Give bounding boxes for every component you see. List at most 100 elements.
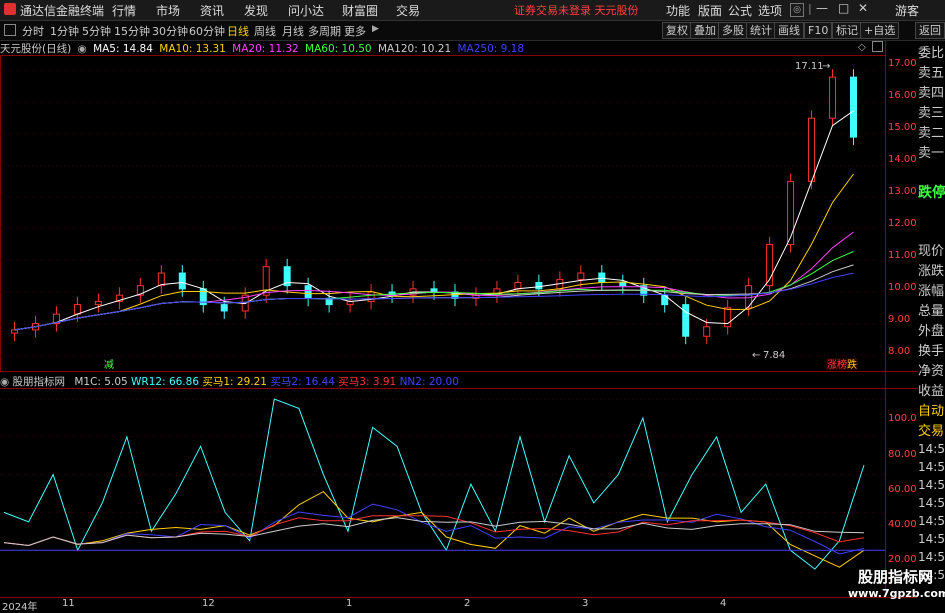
rp-sell5: 卖五 [918,66,945,81]
tool-biaoji[interactable]: 标记 [832,22,862,39]
tool-tongji[interactable]: 统计 [746,22,776,39]
sub-y-tick: 40.00 [888,519,917,530]
sub-y-tick: 60.00 [888,484,917,495]
m1c-label: M1C: 5.05 [74,376,128,388]
x-axis [0,597,917,610]
maima1-label: 买马1: 29.21 [202,376,267,388]
minimize-icon[interactable]: — [816,1,828,15]
candle-body [682,304,690,337]
x-tick: 2 [464,598,471,609]
candles [10,69,858,345]
y-tick: 10.00 [888,282,917,293]
menu-gongshi[interactable]: 公式 [728,2,752,19]
y-tick: 13.00 [888,186,917,197]
period-30min[interactable]: 30分钟 [152,23,188,39]
candle-body [10,329,18,334]
menu-wenxiaoda[interactable]: 问小达 [288,2,324,19]
rp-time: 14:56 [918,514,945,528]
smooth-line [3,490,865,568]
app-title: 通达信金融终端 [20,4,105,18]
rp-shouyi: 收益 [918,384,945,399]
login-warning[interactable]: 证券交易未登录 天元股份 [514,2,639,18]
low-label: 7.84 [763,350,785,361]
maima2-label: 买马2: 16.44 [270,376,335,388]
candle-body [703,326,711,337]
rp-time: 14:56 [918,496,945,510]
maima3-label: 买马3: 3.91 [338,376,397,388]
menu-caifuquan[interactable]: 财富圈 [342,2,378,19]
period-toolbar: 分时 1分钟 5分钟 15分钟 30分钟 60分钟 日线 周线 月线 多周期 更… [0,21,945,41]
menu-bar: 通达信金融终端 行情 市场 资讯 发现 问小达 财富圈 交易 证券交易未登录 天… [0,0,945,21]
more-arrow-icon[interactable]: ▶ [372,24,379,34]
sub-title[interactable]: 股朋指标网 [13,376,66,388]
rp-time: 14:56 [918,550,945,564]
x-tick: 3 [582,598,589,609]
rp-time: 14:56 [918,442,945,456]
menu-gongneng[interactable]: 功能 [666,2,690,19]
menu-hangqing[interactable]: 行情 [112,2,136,19]
period-60min[interactable]: 60分钟 [189,23,225,39]
rp-time: 14:56 [918,478,945,492]
tool-fuquan[interactable]: 复权 [662,22,692,39]
tool-duogu[interactable]: 多股 [718,22,748,39]
rp-zidong[interactable]: 自动 [918,400,945,419]
tool-zixuan[interactable]: +自选 [860,22,900,39]
period-month[interactable]: 月线 [282,23,304,39]
sub-grid [0,398,885,551]
tool-f10[interactable]: F10 [804,22,833,39]
candle-body [787,180,795,246]
sub-y-tick: 80.00 [888,449,917,460]
rp-sell2: 卖二 [918,126,945,141]
menu-shichang[interactable]: 市场 [156,2,180,19]
rp-dieting: 跌停 [918,185,945,201]
period-fenshi[interactable]: 分时 [22,23,44,39]
y-tick: 9.00 [888,314,911,325]
tool-fanhui[interactable]: 返回 [915,22,945,39]
user-icon[interactable]: ◎ [790,3,804,17]
rp-sell1: 卖一 [918,146,945,161]
maximize-icon[interactable]: □ [838,1,849,15]
candle-body [619,282,627,287]
candle-body [94,300,102,306]
period-more[interactable]: 更多 [344,23,366,39]
x-tick: 4 [720,598,727,609]
low-arrow-icon: ← [752,350,760,361]
rp-sell4: 卖四 [918,86,945,101]
sub-lines [0,398,885,570]
candle-body [808,117,816,182]
rp-jiaoyi[interactable]: 交易 [918,420,945,439]
menu-jiaoyi[interactable]: 交易 [396,2,420,19]
rp-zhangfu: 涨幅 [918,284,945,299]
sub-legend: ◉ 股朋指标网 M1C: 5.05 WR12: 66.86 买马1: 29.21… [0,374,459,388]
period-15min[interactable]: 15分钟 [114,23,150,39]
tool-diejia[interactable]: 叠加 [690,22,720,39]
watermark-line2: www.7gpzb.com [848,587,945,600]
separator-icon: | [808,2,812,15]
period-day[interactable]: 日线 [227,23,249,39]
sub-y-tick: 20.00 [888,554,917,565]
menu-zixun[interactable]: 资讯 [200,2,224,19]
candle-body [220,304,228,312]
tool-huaxian[interactable]: 画线 [774,22,804,39]
menu-banmian[interactable]: 版面 [698,2,722,19]
y-tick: 14.00 [888,154,917,165]
candle-body [178,272,186,290]
candle-body [535,282,543,290]
watermark: 股朋指标网 www.7gpzb.com [848,566,945,606]
candle-body [304,285,312,299]
rp-jingzi: 净资 [918,364,945,379]
settings-icon[interactable]: ◉ [0,376,9,388]
menu-xuanxiang[interactable]: 选项 [758,2,782,19]
period-week[interactable]: 周线 [254,23,276,39]
menu-faxian[interactable]: 发现 [244,2,268,19]
menu-guest[interactable]: 游客 [895,2,919,19]
y-tick: 11.00 [888,250,917,261]
period-5min[interactable]: 5分钟 [82,23,111,39]
period-1min[interactable]: 1分钟 [50,23,79,39]
chart-area[interactable]: ← 7.84 17.11 → 减 涨 榜 跌 [0,40,918,598]
zhang-marker: 涨 [827,359,837,371]
y-tick: 17.00 [888,58,917,69]
close-icon[interactable]: ✕ [858,1,868,15]
panel-toggle-icon[interactable] [4,24,16,36]
period-multi[interactable]: 多周期 [308,23,341,39]
